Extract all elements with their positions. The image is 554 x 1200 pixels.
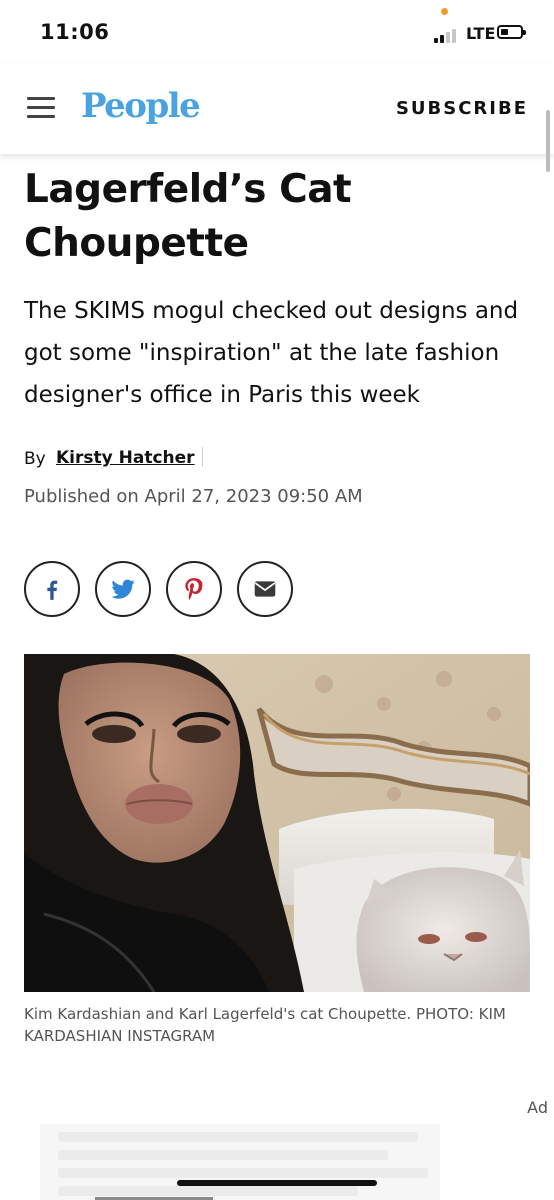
article-dek: The SKIMS mogul checked out designs and … <box>24 298 519 408</box>
privacy-indicator-dot <box>441 8 448 15</box>
article-photo[interactable] <box>24 654 530 992</box>
share-facebook-button[interactable] <box>24 561 80 617</box>
ad-label: Ad <box>527 1098 548 1117</box>
subscribe-button[interactable]: SUBSCRIBE <box>396 98 528 119</box>
pinterest-icon <box>185 578 203 600</box>
network-type: LTE <box>466 24 496 43</box>
share-twitter-button[interactable] <box>95 561 151 617</box>
hamburger-menu-icon[interactable] <box>27 97 55 119</box>
share-pinterest-button[interactable] <box>166 561 222 617</box>
home-indicator[interactable] <box>177 1180 377 1186</box>
people-logo[interactable]: People <box>81 86 201 126</box>
byline-divider <box>202 447 203 467</box>
signal-strength-icon <box>434 27 460 43</box>
email-icon <box>254 581 276 597</box>
status-bar: 11:06 LTE <box>0 0 554 64</box>
article-headline: Lagerfeld’s Cat Choupette <box>24 167 352 266</box>
byline-prefix: By <box>24 449 46 469</box>
photo-caption: Kim Kardashian and Karl Lagerfeld's cat … <box>24 1005 506 1045</box>
author-link[interactable]: Kirsty Hatcher <box>56 448 195 468</box>
status-time: 11:06 <box>40 20 110 44</box>
advertisement[interactable] <box>40 1124 440 1200</box>
facebook-icon <box>47 580 58 600</box>
published-date: Published on April 27, 2023 09:50 AM <box>24 486 363 507</box>
battery-icon <box>497 25 526 39</box>
share-email-button[interactable] <box>237 561 293 617</box>
twitter-icon <box>111 579 135 599</box>
scrollbar[interactable] <box>546 110 550 172</box>
